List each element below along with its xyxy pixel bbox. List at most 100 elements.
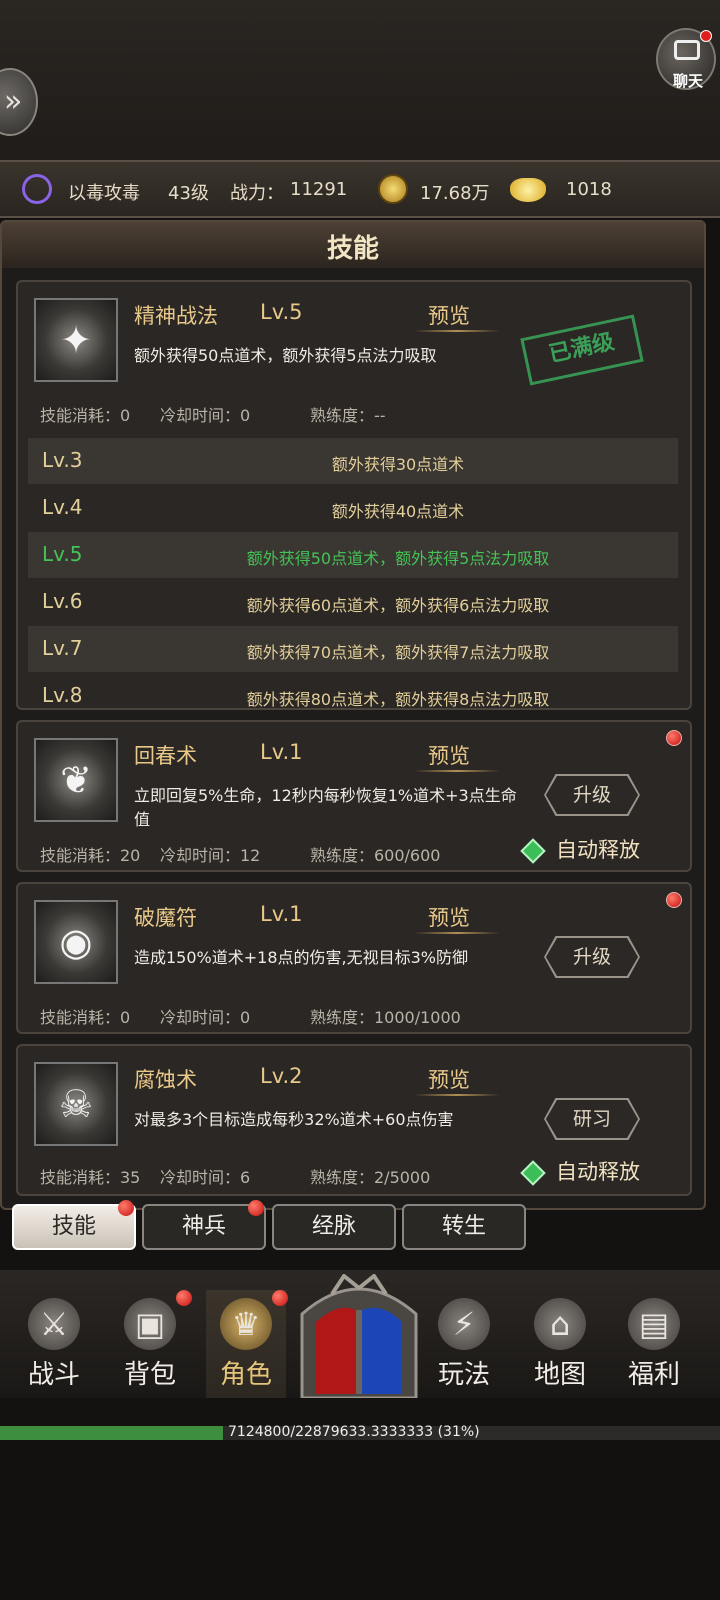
tab-label: 技能 (51, 1214, 96, 1239)
bag-icon: ▣ (124, 1298, 176, 1350)
nav-battle[interactable]: ⚔ 战斗 (14, 1290, 94, 1398)
skill-description: 造成150%道术+18点的伤害,无视目标3%防御 (134, 948, 468, 967)
preview-underline (414, 1094, 500, 1096)
nav-gameplay[interactable]: ⚡ 玩法 (424, 1290, 504, 1398)
nav-map[interactable]: ⌂ 地图 (520, 1290, 600, 1398)
max-level-stamp: 已满级 (520, 314, 644, 386)
status-bar: 以毒攻毒 43级 战力： 11291 17.68万 1018 (0, 160, 720, 218)
tab-divine-weapon[interactable]: 神兵 (142, 1200, 266, 1250)
tab-label: 经脉 (311, 1214, 356, 1239)
player-level: 43级 (168, 183, 209, 204)
auto-cast-toggle[interactable]: 自动释放 (520, 1156, 640, 1186)
skill-image[interactable]: ◉ (34, 900, 118, 984)
level-row: Lv.4 额外获得40点道术 (28, 485, 678, 531)
nav-welfare[interactable]: ▤ 福利 (614, 1290, 694, 1398)
player-name: 以毒攻毒 (68, 183, 140, 204)
skill-description: 额外获得50点道术，额外获得5点法力吸取 (134, 346, 437, 365)
ingot-icon (510, 178, 546, 202)
nav-label: 背包 (123, 1360, 176, 1390)
notification-dot (666, 730, 682, 746)
xp-text: 7124800/22879633.3333333 (31%) (228, 1424, 480, 1440)
map-icon: ⌂ (534, 1298, 586, 1350)
auto-cast-label: 自动释放 (556, 1160, 640, 1184)
skill-name: 回春术 (134, 744, 197, 768)
skill-cooldown: 冷却时间：0 (160, 1008, 251, 1027)
notification-dot (248, 1200, 264, 1216)
skill-name: 腐蚀术 (134, 1068, 197, 1092)
auto-cast-label: 自动释放 (556, 838, 640, 862)
preview-underline (414, 330, 500, 332)
study-button-label: 研习 (546, 1100, 638, 1138)
gold-coin-icon[interactable] (378, 174, 408, 204)
study-button[interactable]: 研习 (546, 1100, 638, 1138)
chat-button[interactable]: 聊天 (656, 28, 716, 90)
nav-label: 角色 (219, 1360, 272, 1390)
preview-link[interactable]: 预览 (428, 902, 470, 932)
skill-cooldown: 冷却时间：12 (160, 846, 261, 865)
nav-label: 地图 (533, 1360, 586, 1390)
preview-link[interactable]: 预览 (428, 740, 470, 770)
power-value: 11291 (290, 179, 348, 200)
level-row: Lv.7 额外获得70点道术，额外获得7点法力吸取 (28, 626, 678, 672)
upgrade-button[interactable]: 升级 (546, 938, 638, 976)
notification-dot (118, 1200, 134, 1216)
ingot-amount: 1018 (566, 179, 612, 200)
nav-bag[interactable]: ▣ 背包 (110, 1290, 192, 1398)
skill-level: Lv.2 (260, 1064, 303, 1088)
welfare-icon: ▤ (628, 1298, 680, 1350)
tab-meridian[interactable]: 经脉 (272, 1204, 396, 1250)
skill-description: 立即回复5%生命，12秒内每秒恢复1%道术+3点生命值 (134, 786, 517, 829)
notification-dot (176, 1290, 192, 1306)
portal-gate[interactable] (292, 1274, 426, 1398)
nav-label: 福利 (627, 1360, 680, 1390)
preview-underline (414, 770, 500, 772)
level-row-label: Lv.4 (42, 495, 83, 519)
skill-cooldown: 冷却时间：6 (160, 1168, 251, 1187)
top-background (0, 0, 720, 170)
level-row-text: 额外获得70点道术，额外获得7点法力吸取 (246, 643, 550, 662)
tab-label: 神兵 (181, 1214, 226, 1239)
level-row-label: Lv.5 (42, 542, 83, 566)
bottom-background (0, 1440, 720, 1600)
spirit-skill-icon: ✦ (60, 318, 92, 362)
skill-card: ❦ 回春术 Lv.1 预览 立即回复5%生命，12秒内每秒恢复1%道术+3点生命… (16, 720, 692, 872)
nav-label: 战斗 (27, 1360, 80, 1390)
notification-dot (666, 892, 682, 908)
preview-link[interactable]: 预览 (428, 1064, 470, 1094)
break-magic-icon: ◉ (59, 920, 93, 964)
gold-amount: 17.68万 (420, 183, 490, 204)
battle-icon: ⚔ (28, 1298, 80, 1350)
chat-notification-dot (700, 30, 712, 42)
tab-label: 转生 (441, 1214, 486, 1239)
skill-image[interactable]: ✦ (34, 298, 118, 382)
side-arrow-icon: » (4, 84, 23, 119)
level-row-text: 额外获得80点道术，额外获得8点法力吸取 (246, 690, 550, 709)
xp-bar-fill (0, 1426, 224, 1440)
skill-image[interactable]: ❦ (34, 738, 118, 822)
diamond-icon (520, 1160, 546, 1186)
panel-title: 技能 (326, 234, 379, 264)
skill-card: ☠ 腐蚀术 Lv.2 预览 对最多3个目标造成每秒32%道术+60点伤害 研习 … (16, 1044, 692, 1196)
notification-dot (272, 1290, 288, 1306)
level-row: Lv.3 额外获得30点道术 (28, 438, 678, 484)
skill-level: Lv.5 (260, 300, 303, 324)
level-row-label: Lv.3 (42, 448, 83, 472)
skill-name: 精神战法 (134, 304, 218, 328)
auto-cast-toggle[interactable]: 自动释放 (520, 834, 640, 864)
level-row-text: 额外获得30点道术 (331, 455, 465, 474)
chat-label: 聊天 (672, 72, 703, 90)
upgrade-button-label: 升级 (546, 938, 638, 976)
skill-proficiency: 熟练度：1000/1000 (310, 1008, 461, 1027)
character-icon: ♛ (220, 1298, 272, 1350)
gameplay-icon: ⚡ (438, 1298, 490, 1350)
preview-link[interactable]: 预览 (428, 300, 470, 330)
power-label: 战力： (230, 183, 284, 204)
upgrade-button[interactable]: 升级 (546, 776, 638, 814)
level-row: Lv.8 额外获得80点道术，额外获得8点法力吸取 (28, 673, 678, 709)
tab-skills[interactable]: 技能 (12, 1200, 136, 1250)
skill-level: Lv.1 (260, 902, 303, 926)
nav-character[interactable]: ♛ 角色 (206, 1290, 288, 1398)
skill-image[interactable]: ☠ (34, 1062, 118, 1146)
tab-rebirth[interactable]: 转生 (402, 1204, 526, 1250)
preview-underline (414, 932, 500, 934)
